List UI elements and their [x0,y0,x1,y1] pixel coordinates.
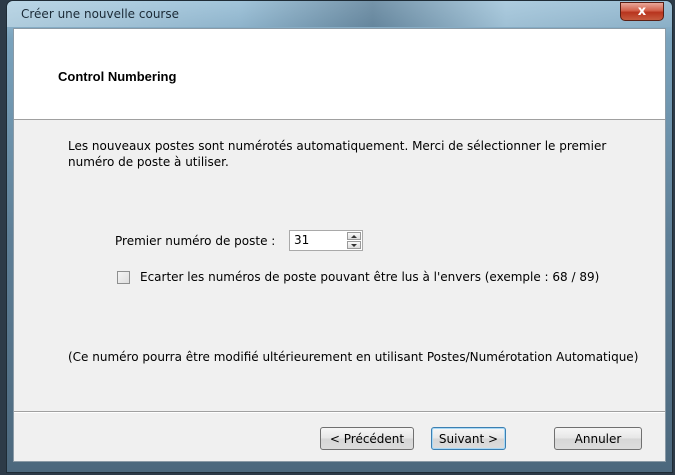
stepper-down-button[interactable] [347,241,361,249]
window-title: Créer une nouvelle course [21,7,179,21]
first-number-stepper[interactable]: 31 [289,230,363,251]
title-bar[interactable]: Créer une nouvelle course x [7,1,672,27]
dialog-body: Control Numbering Les nouveaux postes so… [13,28,666,462]
chevron-up-icon [351,234,357,238]
page-title: Control Numbering [58,69,177,84]
note-text: (Ce numéro pourra être modifié ultérieur… [68,350,639,364]
footer-divider [14,411,665,413]
next-button[interactable]: Suivant > [431,427,506,450]
close-icon: x [637,4,647,19]
first-number-input[interactable]: 31 [294,233,309,247]
chevron-down-icon [351,243,357,247]
close-button[interactable]: x [620,2,664,21]
first-number-label: Premier numéro de poste : [115,234,276,248]
stepper-buttons [347,232,361,249]
skip-reversible-checkbox[interactable] [117,271,130,284]
stepper-up-button[interactable] [347,232,361,240]
skip-reversible-label[interactable]: Ecarter les numéros de poste pouvant êtr… [140,270,599,284]
previous-button[interactable]: < Précédent [320,427,414,450]
intro-text: Les nouveaux postes sont numérotés autom… [68,139,607,169]
wizard-header: Control Numbering [14,29,665,120]
dialog-window: Créer une nouvelle course x Control Numb… [6,0,673,473]
cancel-button[interactable]: Annuler [554,427,642,450]
